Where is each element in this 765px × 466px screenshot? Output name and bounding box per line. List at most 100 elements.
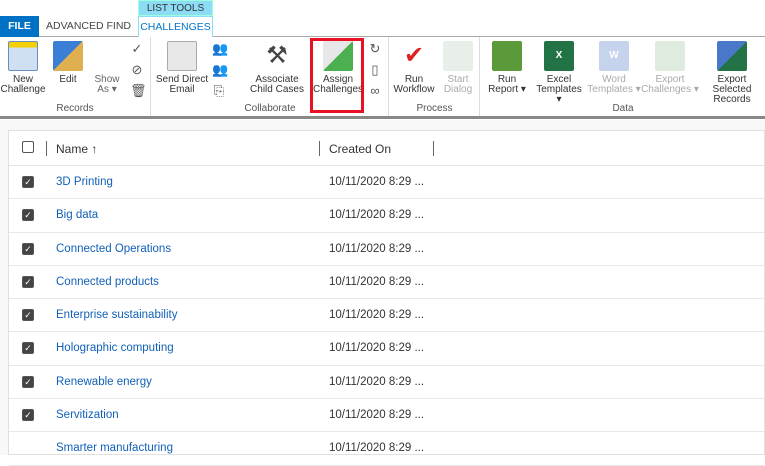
list-tools-header: LIST TOOLS <box>138 0 213 16</box>
record-name-link[interactable]: Smarter manufacturing <box>56 442 173 454</box>
refresh-icon[interactable]: ↻ <box>368 42 382 56</box>
label: Excel Templates <box>536 74 582 95</box>
label: Edit <box>59 74 77 85</box>
email-icon <box>167 41 197 71</box>
record-name-link[interactable]: Connected Operations <box>56 243 171 255</box>
table-row[interactable]: ✓ Holographic computing 10/11/2020 8:29 ..… <box>9 332 764 366</box>
label: Show As <box>94 74 120 95</box>
row-checkbox[interactable]: ✓ <box>22 342 34 355</box>
record-name-link[interactable]: Big data <box>56 209 98 221</box>
created-on: 10/11/2020 8:29 ... <box>329 242 425 255</box>
export-icon <box>655 41 685 71</box>
tab-file[interactable]: FILE <box>0 16 39 37</box>
column-header-name[interactable]: Name ↑ <box>56 142 97 156</box>
group-label: Records <box>56 103 94 114</box>
table-row[interactable]: Smarter manufacturing 10/11/2020 8:29 ... <box>9 432 764 466</box>
deactivate-icon[interactable]: ⊘ <box>130 63 144 77</box>
table-row[interactable]: ✓ 3D Printing 10/11/2020 8:29 ... <box>9 166 764 200</box>
label: New Challenge <box>0 74 46 95</box>
label: Associate Child Cases <box>250 74 304 95</box>
created-on: 10/11/2020 8:29 ... <box>329 342 425 355</box>
edit-icon <box>53 41 83 71</box>
created-on: 10/11/2020 8:29 ... <box>329 176 425 188</box>
table-row[interactable]: ✓ Connected Operations 10/11/2020 8:29 ... <box>9 233 764 266</box>
column-header-created-on[interactable]: Created On <box>329 142 391 156</box>
record-name-link[interactable]: Renewable energy <box>56 376 152 388</box>
row-checkbox[interactable]: ✓ <box>22 176 34 188</box>
word-templates-button: W Word Templates ▾ <box>587 41 641 95</box>
table-row[interactable]: ✓ Big data 10/11/2020 8:29 ... <box>9 199 764 233</box>
row-checkbox[interactable]: ✓ <box>22 375 34 388</box>
label: Export Selected Records <box>712 74 752 105</box>
group-records: New Challenge Edit Show As ▾ ✓ ⊘ 🗑 Recor… <box>0 37 151 116</box>
workflow-icon: ✔ <box>403 42 425 69</box>
label: Send Direct Email <box>155 74 209 95</box>
report-icon <box>492 41 522 71</box>
label: Run Workflow <box>393 74 435 95</box>
record-name-link[interactable]: 3D Printing <box>56 176 113 188</box>
word-icon: W <box>599 41 629 71</box>
created-on: 10/11/2020 8:29 ... <box>329 375 425 388</box>
record-name-link[interactable]: Enterprise sustainability <box>56 309 177 321</box>
row-checkbox[interactable]: ✓ <box>22 209 34 222</box>
row-checkbox[interactable]: ✓ <box>22 409 34 422</box>
add-to-queue-icon[interactable]: ⎘ <box>212 84 226 98</box>
table-row[interactable]: ✓ Servitization 10/11/2020 8:29 ... <box>9 399 764 433</box>
run-workflow-button[interactable]: ✔ Run Workflow <box>392 41 436 95</box>
start-dialog-button: Start Dialog <box>438 41 478 95</box>
content-area: Name ↑ Created On ✓ 3D Printing 10/11/2020… <box>0 120 765 466</box>
label: Start Dialog <box>443 74 473 95</box>
show-as-button[interactable]: Show As ▾ <box>90 75 124 95</box>
export-excel-icon <box>717 41 747 71</box>
assign-user-icon: 👥 <box>212 62 229 77</box>
excel-icon: X <box>544 41 574 71</box>
record-name-link[interactable]: Connected products <box>56 276 159 288</box>
run-report-button[interactable]: Run Report ▾ <box>483 41 531 95</box>
excel-templates-button[interactable]: X Excel Templates ▾ <box>533 41 585 105</box>
created-on: 10/11/2020 8:29 ... <box>329 275 425 288</box>
share-icon[interactable]: 👥 <box>212 42 228 56</box>
group-data: Run Report ▾ X Excel Templates ▾ W Word Te… <box>481 37 765 116</box>
created-on: 10/11/2020 8:29 ... <box>329 309 425 322</box>
column-divider <box>319 141 320 156</box>
export-challenges-button: Export Challenges ▾ <box>641 41 699 95</box>
label: Word Templates <box>587 74 633 95</box>
label: Run Report <box>488 74 519 95</box>
label: Export Challenges <box>641 74 692 95</box>
grid-header: Name ↑ Created On <box>9 131 764 166</box>
wrench-icon: ⚒ <box>262 41 292 71</box>
group-process: ✔ Run Workflow Start Dialog Process <box>390 37 480 116</box>
column-divider <box>433 141 434 156</box>
table-row[interactable]: ✓ Enterprise sustainability 10/11/2020 8:2… <box>9 299 764 333</box>
dialog-icon <box>443 41 473 71</box>
link-icon[interactable]: ∞ <box>368 84 382 98</box>
select-all-checkbox[interactable] <box>22 141 34 153</box>
record-name-link[interactable]: Servitization <box>56 409 119 421</box>
tab-challenges[interactable]: CHALLENGES <box>138 16 213 38</box>
check-icon[interactable]: ✓ <box>130 42 144 56</box>
associate-child-cases-button[interactable]: ⚒ Associate Child Cases <box>244 41 310 95</box>
group-label: Data <box>612 103 634 114</box>
tab-advanced-find[interactable]: ADVANCED FIND <box>40 16 137 37</box>
table-row[interactable]: ✓ Connected products 10/11/2020 8:29 ... <box>9 266 764 300</box>
send-direct-email-button[interactable]: Send Direct Email <box>154 41 210 95</box>
row-checkbox[interactable]: ✓ <box>22 309 34 322</box>
created-on: 10/11/2020 8:29 ... <box>329 409 425 422</box>
delete-icon[interactable]: 🗑 <box>130 84 147 98</box>
created-on: 10/11/2020 8:29 ... <box>329 442 425 455</box>
column-divider <box>46 141 47 156</box>
ribbon-tabs: FILE ADVANCED FIND LIST TOOLS CHALLENGES <box>0 0 765 38</box>
document-icon: ▯ <box>371 62 379 77</box>
new-challenge-button[interactable]: New Challenge <box>0 41 46 95</box>
row-checkbox[interactable]: ✓ <box>22 242 34 255</box>
grid-rows: ✓ 3D Printing 10/11/2020 8:29 ... ✓ Big data… <box>9 166 764 466</box>
records-grid: Name ↑ Created On ✓ 3D Printing 10/11/2020… <box>8 130 765 466</box>
export-selected-records-button[interactable]: Export Selected Records <box>699 41 765 105</box>
record-name-link[interactable]: Holographic computing <box>56 342 174 354</box>
group-label: Process <box>416 103 453 114</box>
table-row[interactable]: ✓ Renewable energy 10/11/2020 8:29 ... <box>9 366 764 400</box>
created-on: 10/11/2020 8:29 ... <box>329 209 425 222</box>
ribbon: New Challenge Edit Show As ▾ ✓ ⊘ 🗑 Recor… <box>0 37 765 119</box>
edit-button[interactable]: Edit <box>50 41 86 85</box>
row-checkbox[interactable]: ✓ <box>22 275 34 288</box>
